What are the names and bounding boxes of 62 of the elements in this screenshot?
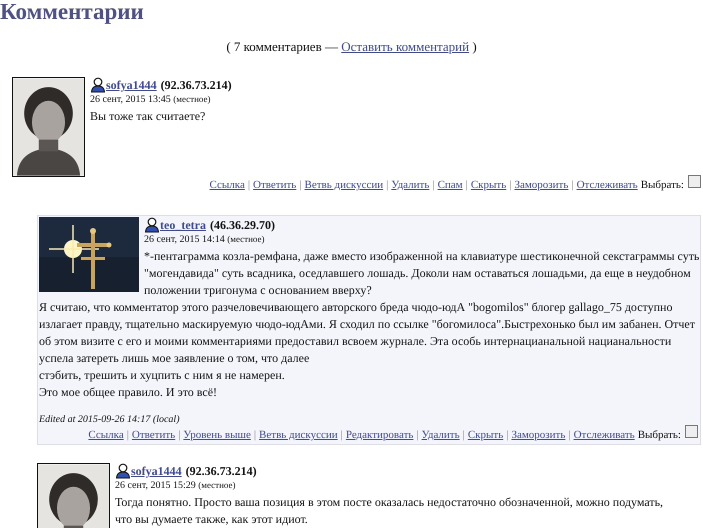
count-label: комментариев — xyxy=(244,39,338,54)
comment-date: 26 сент, 2015 15:29 xyxy=(115,480,196,491)
action-link[interactable]: Удалить xyxy=(422,427,460,443)
separator-text: | xyxy=(386,178,388,193)
select-checkbox[interactable] xyxy=(688,174,701,188)
separator-text: | xyxy=(126,428,129,443)
paren-text: ( xyxy=(226,39,231,54)
separator-text: | xyxy=(466,178,468,193)
select-label: Выбрать: xyxy=(640,178,684,193)
separator-text: | xyxy=(432,178,435,193)
separator-text: | xyxy=(248,178,250,193)
username-link[interactable]: sofya1444 xyxy=(131,463,182,479)
action-link[interactable]: Редактировать xyxy=(346,427,414,443)
comment-date: 26 сент, 2015 13:45 xyxy=(90,94,171,105)
ip-address: (92.36.73.214) xyxy=(160,77,232,93)
edited-note: Edited at 2015-09-26 14:17 (local) xyxy=(39,413,181,427)
comment-date: 26 сент, 2015 14:14 xyxy=(144,234,225,245)
paren-text: ) xyxy=(472,39,477,54)
page-title: Комментарии xyxy=(0,0,144,24)
action-link[interactable]: Заморозить xyxy=(511,427,566,443)
action-link[interactable]: Удалить xyxy=(391,177,430,193)
action-link[interactable]: Ссылка xyxy=(210,177,245,193)
select-label: Выбрать: xyxy=(638,428,681,443)
separator-text: | xyxy=(299,178,302,193)
separator-text: | xyxy=(416,428,419,443)
separator-text: | xyxy=(178,428,180,443)
timezone-note: (местное) xyxy=(173,94,211,104)
comment-text: Вы тоже так считаете? xyxy=(90,108,206,125)
action-link[interactable]: Отслеживать xyxy=(574,427,635,443)
action-link[interactable]: Ветвь дискуссии xyxy=(259,427,338,443)
action-link[interactable]: Скрыть xyxy=(468,427,504,443)
ip-address: (46.36.29.70) xyxy=(210,217,275,233)
action-link[interactable]: Ответить xyxy=(253,177,296,193)
comment-text: Это мое общее правило. И это всё! xyxy=(39,384,218,401)
user-icon xyxy=(90,77,106,93)
action-link[interactable]: Отслеживать xyxy=(576,177,638,193)
action-link[interactable]: Ветвь дискуссии xyxy=(304,177,384,193)
comment-text: стэбить, трешить и хуцпить с ним я не намерен. xyxy=(39,367,286,384)
separator-text: | xyxy=(506,428,508,443)
timezone-note: (местное) xyxy=(198,480,236,490)
user-icon xyxy=(115,463,131,479)
ip-address: (92.36.73.214) xyxy=(186,463,257,479)
timezone-note: (местное) xyxy=(227,234,265,244)
action-link[interactable]: Скрыть xyxy=(470,177,506,193)
action-link[interactable]: Ответить xyxy=(132,427,176,443)
action-link[interactable]: Спам xyxy=(438,177,463,193)
separator-text: | xyxy=(340,428,343,443)
comment-count: 7 xyxy=(234,39,240,54)
comment-text: *-пентаграмма козла-ремфана, даже вместо изображенной на клавиатуре шестиконечной секстаграммы суть "могендавида" суть всадника, оседлавшего лошадь. Доколи нам оставаться лошадьми, да еще в неудобном положении тригонума с основанием вверху? xyxy=(144,248,700,299)
separator-text: | xyxy=(571,178,574,193)
comment-text: Тогда понятно. Просто ваша позиция в этом посте оказалась недостаточно обозначенной, можно подумать, что вы думаете также, как этот идиот. xyxy=(115,494,664,528)
action-link[interactable]: Уровень выше xyxy=(183,427,251,443)
separator-text: | xyxy=(568,428,571,443)
select-checkbox[interactable] xyxy=(685,424,698,438)
action-link[interactable]: Заморозить xyxy=(514,177,568,193)
username-link[interactable]: sofya1444 xyxy=(106,77,157,93)
action-link[interactable]: Ссылка xyxy=(88,427,124,443)
leave-comment-link[interactable]: Оставить комментарий xyxy=(341,39,470,54)
username-link[interactable]: teo_tetra xyxy=(160,217,206,233)
separator-text: | xyxy=(254,428,256,443)
separator-text: | xyxy=(462,428,465,443)
separator-text: | xyxy=(509,178,512,193)
